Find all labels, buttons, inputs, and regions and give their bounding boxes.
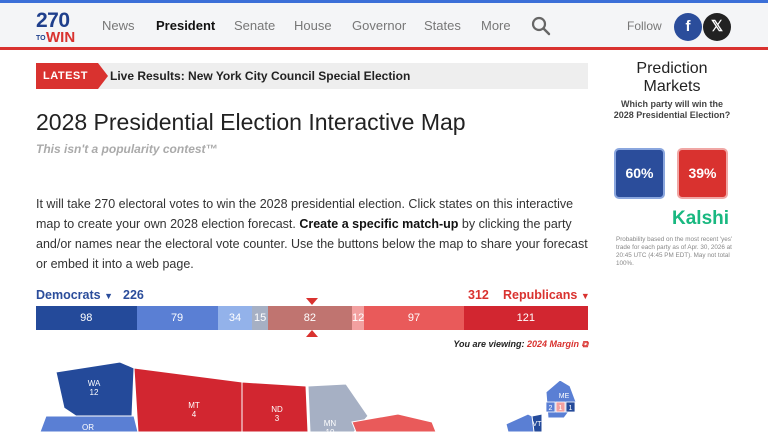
maine-district-label: 1 (569, 405, 573, 412)
nav-president[interactable]: President (156, 18, 215, 33)
kalshi-logo[interactable]: Kalshi (672, 208, 729, 230)
maine-district-label: 2 (549, 405, 553, 412)
ev-segment: 12 (351, 306, 365, 330)
interactive-map[interactable]: WA 12 MT 4 ND 3 MN 10 OR ME VT 2 1 1 (36, 356, 588, 432)
prediction-title: Prediction Markets (636, 60, 708, 95)
maine-district-label: 1 (559, 405, 563, 412)
democrats-dropdown[interactable]: Democrats ▼ (36, 288, 113, 302)
republicans-dropdown[interactable]: Republicans ▼ (503, 288, 590, 302)
270-marker-bottom-icon (306, 330, 318, 337)
map-ev-wa: 12 (90, 388, 99, 397)
site-header: 270 TO WIN News President Senate House G… (0, 3, 768, 50)
prediction-question: Which party will win the 2028 Presidenti… (613, 99, 731, 120)
viewing-line: You are viewing: 2024 Margin ⧉ (453, 339, 588, 350)
state-ny[interactable] (505, 413, 537, 432)
chevron-down-icon: ▼ (104, 291, 114, 301)
latest-tag: LATEST (36, 63, 108, 89)
democrats-label: Democrats (36, 288, 101, 302)
facebook-icon[interactable]: f (674, 13, 702, 41)
site-logo[interactable]: 270 TO WIN (36, 9, 78, 46)
x-icon[interactable]: 𝕏 (703, 13, 731, 41)
ev-segment: 97 (364, 306, 464, 330)
electoral-vote-bar: 98 79 34 15 82 12 97 121 (36, 306, 588, 330)
nav-house[interactable]: House (294, 18, 332, 33)
page-title: 2028 Presidential Election Interactive M… (36, 109, 466, 135)
nav-senate[interactable]: Senate (234, 18, 275, 33)
ev-segment: 15 (252, 306, 268, 330)
map-label-vt: VT (533, 421, 543, 428)
map-label-mn: MN (324, 419, 337, 428)
intro-paragraph: It will take 270 electoral votes to win … (36, 194, 588, 274)
map-label-mt: MT (188, 401, 200, 410)
latest-ticker[interactable]: LATEST Live Results: New York City Counc… (36, 63, 588, 89)
ev-segment: 34 (217, 306, 253, 330)
ev-segment: 98 (36, 306, 137, 330)
map-label-or: OR (82, 423, 94, 432)
chevron-down-icon: ▼ (580, 291, 590, 301)
republicans-total: 312 (468, 288, 489, 302)
latest-headline[interactable]: Live Results: New York City Council Spec… (110, 69, 410, 83)
nav-news[interactable]: News (102, 18, 135, 33)
prediction-note: Probability based on the most recent 'ye… (616, 236, 733, 267)
intro-matchup-link[interactable]: Create a specific match-up (299, 217, 458, 231)
ev-segment: 82 (267, 306, 352, 330)
map-ev-mt: 4 (192, 410, 197, 419)
search-icon[interactable] (531, 16, 551, 36)
dem-probability-box[interactable]: 60% (614, 148, 665, 199)
270-marker-top-icon (306, 298, 318, 305)
map-ev-mn: 10 (326, 428, 335, 432)
viewing-prefix: You are viewing: (453, 339, 525, 349)
logo-win: WIN (46, 29, 76, 46)
viewing-link[interactable]: 2024 Margin (527, 339, 579, 349)
prediction-markets-panel: Prediction Markets Which party will win … (612, 60, 732, 121)
logo-to: TO (36, 35, 46, 42)
map-ev-nd: 3 (275, 414, 280, 423)
ev-segment: 79 (136, 306, 218, 330)
page-subtitle: This isn't a popularity contest™ (36, 142, 218, 156)
map-label-me: ME (559, 393, 570, 400)
nav-more[interactable]: More (481, 18, 511, 33)
democrats-total: 226 (123, 288, 144, 302)
state-mt[interactable] (133, 367, 243, 432)
nav-governor[interactable]: Governor (352, 18, 406, 33)
republicans-label: Republicans (503, 288, 578, 302)
follow-label: Follow (627, 19, 662, 33)
rep-probability-box[interactable]: 39% (677, 148, 728, 199)
external-link-icon[interactable]: ⧉ (582, 339, 588, 349)
map-label-nd: ND (271, 405, 283, 414)
nav-states[interactable]: States (424, 18, 461, 33)
map-label-wa: WA (88, 379, 101, 388)
ev-segment: 121 (463, 306, 588, 330)
